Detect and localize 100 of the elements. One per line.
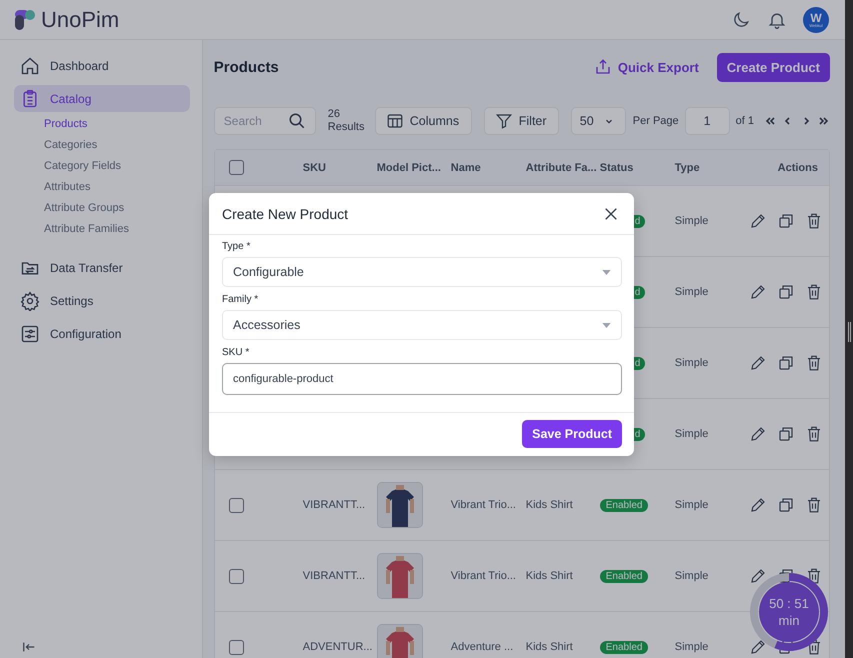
column-header: Attribute Fa... <box>526 162 598 174</box>
column-header: Type <box>674 162 701 174</box>
filter-button[interactable]: Filter <box>484 107 559 135</box>
type-text: Simple <box>674 570 708 582</box>
family-text: Kids Shirt <box>526 641 573 653</box>
page-input[interactable]: 1 <box>684 107 730 135</box>
name-text: Adventure ... <box>450 641 514 653</box>
column-header: Status <box>600 162 634 174</box>
edit-icon[interactable] <box>749 354 767 372</box>
create-product-button[interactable]: Create Product <box>716 52 830 82</box>
edit-icon[interactable] <box>749 283 767 301</box>
logo-text: UnoPim <box>41 6 120 32</box>
edit-icon[interactable] <box>749 567 767 585</box>
name-text: Vibrant Trio... <box>450 499 516 511</box>
status-badge: d <box>634 215 646 228</box>
copy-icon[interactable] <box>777 212 795 230</box>
status-badge: Enabled <box>600 499 648 512</box>
edit-icon[interactable] <box>749 638 767 656</box>
row-checkbox[interactable] <box>228 568 244 584</box>
delete-icon[interactable] <box>805 283 823 301</box>
sidebar-item[interactable]: Catalog <box>14 85 190 112</box>
sku-text: VIBRANTT... <box>302 499 366 511</box>
sidebar-subitem[interactable]: Products <box>44 114 190 135</box>
sidebar-item[interactable]: Configuration <box>14 320 190 347</box>
copy-icon[interactable] <box>777 283 795 301</box>
type-text: Simple <box>674 286 708 298</box>
sidebar-subitem[interactable]: Attribute Groups <box>44 198 190 219</box>
type-text: Simple <box>674 357 708 369</box>
column-header: Model Pict... <box>376 162 442 174</box>
timer-unit: min <box>778 613 800 628</box>
column-header: Actions <box>776 162 819 174</box>
last-page-icon[interactable] <box>818 115 830 127</box>
row-checkbox[interactable] <box>228 640 244 654</box>
status-badge: Enabled <box>600 570 648 583</box>
table-icon <box>386 112 404 130</box>
column-header: SKU <box>302 162 327 174</box>
dropdown-arrow-icon <box>602 270 611 274</box>
edit-icon[interactable] <box>749 496 767 514</box>
first-page-icon[interactable] <box>764 115 776 127</box>
upload-icon <box>594 58 612 76</box>
sidebar-item[interactable]: Dashboard <box>14 52 190 79</box>
collapse-icon[interactable] <box>22 640 36 654</box>
family-text: Kids Shirt <box>526 499 573 511</box>
dialog-title: Create New Product <box>222 206 348 222</box>
settings-icon <box>20 290 40 310</box>
filter-icon <box>494 112 513 130</box>
delete-icon[interactable] <box>805 212 823 230</box>
logo-icon <box>13 8 37 32</box>
timer-time: 50 : 51 <box>769 596 809 611</box>
select-field[interactable]: Accessories <box>222 310 622 340</box>
field-label: SKU * <box>222 347 250 358</box>
status-badge: d <box>634 357 646 370</box>
search-field[interactable]: Search <box>214 107 316 135</box>
delete-icon[interactable] <box>805 425 823 443</box>
sidebar-subitem[interactable]: Attribute Families <box>44 219 190 240</box>
results-count: 26 Results <box>328 108 366 134</box>
sidebar-subitem[interactable]: Attributes <box>44 177 190 198</box>
page-total: of 1 <box>736 115 754 127</box>
delete-icon[interactable] <box>805 496 823 514</box>
select-all-checkbox[interactable] <box>228 160 244 175</box>
row-checkbox[interactable] <box>228 498 244 512</box>
field-label: Type * <box>222 241 252 252</box>
input-field[interactable]: configurable-product <box>222 363 622 395</box>
family-text: Kids Shirt <box>526 570 573 582</box>
sidebar-subitem[interactable]: Categories <box>44 135 190 156</box>
copy-icon[interactable] <box>777 425 795 443</box>
status-badge: Enabled <box>600 641 648 654</box>
dropdown-arrow-icon <box>602 322 611 328</box>
moon-icon[interactable] <box>731 10 751 30</box>
quick-export-link[interactable]: Quick Export <box>594 58 699 76</box>
sidebar-subitem[interactable]: Category Fields <box>44 156 190 177</box>
type-text: Simple <box>674 641 708 653</box>
select-field[interactable]: Configurable <box>222 257 622 287</box>
sku-text: ADVENTUR... <box>302 641 372 653</box>
search-icon <box>288 112 306 130</box>
search-input[interactable]: Search <box>224 114 288 128</box>
home-icon <box>20 56 40 76</box>
sidebar-item[interactable]: Data Transfer <box>14 254 190 281</box>
per-page-label: Per Page <box>632 115 679 127</box>
sku-text: VIBRANTT... <box>302 570 366 582</box>
page-title: Products <box>214 58 279 76</box>
column-header: Name <box>450 162 482 174</box>
name-text: Vibrant Trio... <box>450 570 516 582</box>
sidebar-item[interactable]: Settings <box>14 287 190 314</box>
save-product-button[interactable]: Save Product <box>522 420 622 448</box>
status-badge: d <box>634 286 646 299</box>
edit-icon[interactable] <box>749 425 767 443</box>
sliders-icon <box>20 324 40 344</box>
type-text: Simple <box>674 428 708 440</box>
resize-handle[interactable] <box>848 322 850 342</box>
delete-icon[interactable] <box>805 567 823 585</box>
status-badge: d <box>634 428 646 441</box>
field-label: Family * <box>222 294 260 305</box>
columns-button[interactable]: Columns <box>374 107 472 135</box>
delete-icon[interactable] <box>805 354 823 372</box>
copy-icon[interactable] <box>777 354 795 372</box>
copy-icon[interactable] <box>777 496 795 514</box>
type-text: Simple <box>674 499 708 511</box>
edit-icon[interactable] <box>749 212 767 230</box>
per-page-select[interactable]: 50 <box>570 107 626 135</box>
